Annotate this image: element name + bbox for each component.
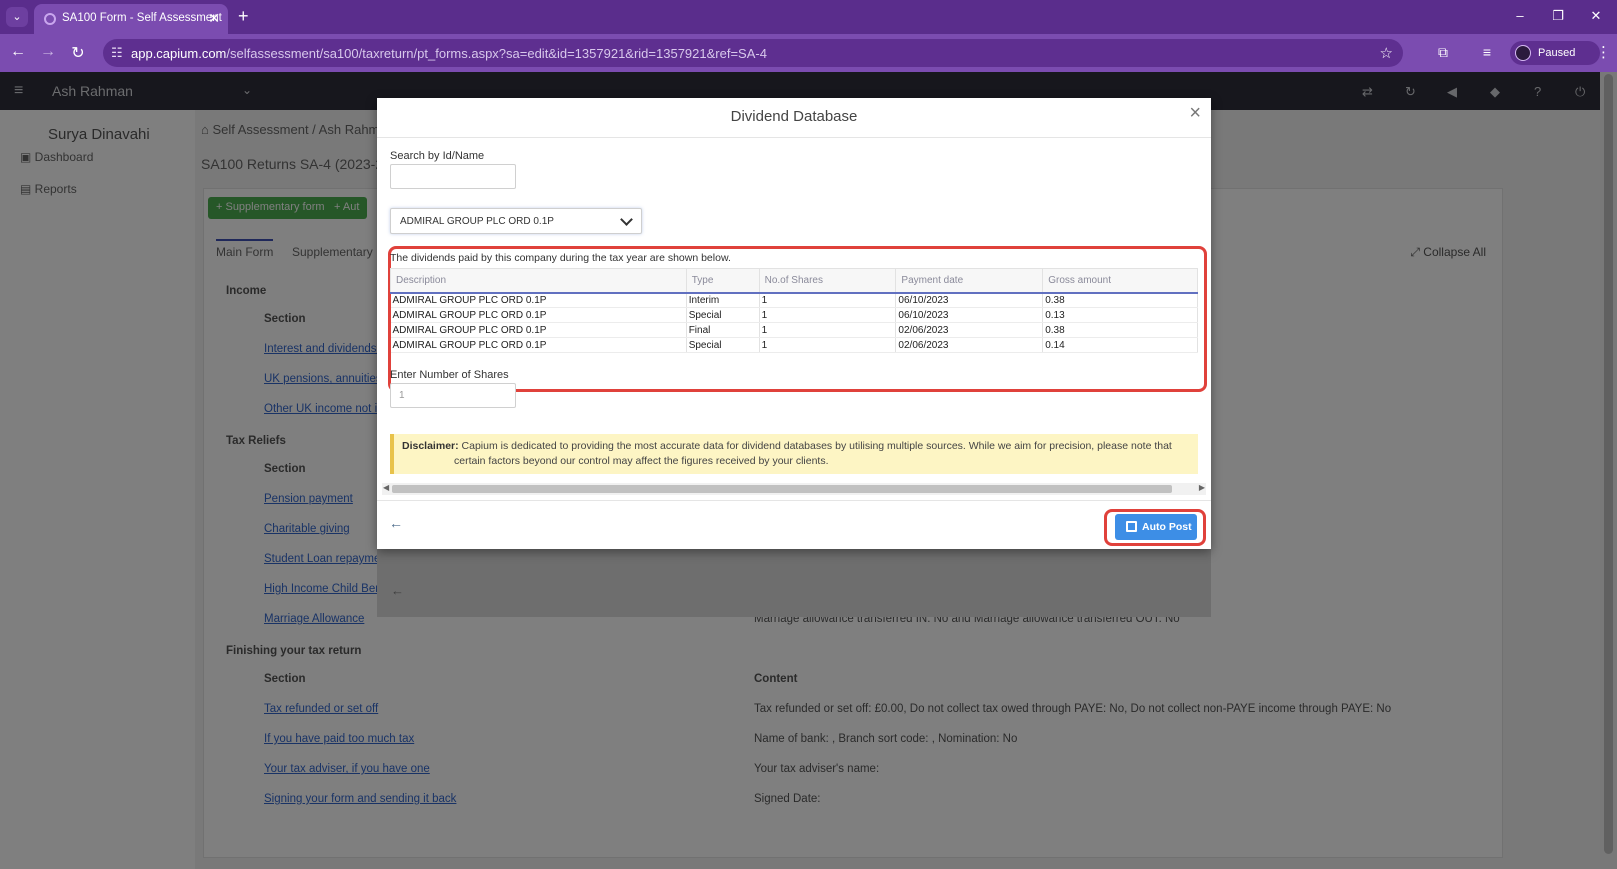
disclaimer-text: Capium is dedicated to providing the mos… <box>454 440 1172 467</box>
scroll-right-icon[interactable]: ▶ <box>1199 483 1205 492</box>
column-shares[interactable]: No.of Shares <box>758 268 897 294</box>
browser-toolbar: ← → ↻ ☷ app.capium.com/selfassessment/sa… <box>0 34 1617 72</box>
cell-payment-date: 06/10/2023 <box>895 307 1044 323</box>
address-bar[interactable]: ☷ app.capium.com/selfassessment/sa100/ta… <box>103 39 1403 67</box>
new-tab-icon[interactable]: + <box>238 6 249 27</box>
cell-type: Special <box>686 307 760 323</box>
close-tab-icon[interactable]: ✕ <box>208 10 220 27</box>
site-info-icon[interactable]: ☷ <box>111 45 123 61</box>
extensions-icon[interactable]: ⧉ <box>1434 44 1452 61</box>
forward-icon[interactable]: → <box>38 43 58 61</box>
dialog-footer: ← Auto Post <box>377 500 1211 549</box>
auto-post-label: Auto Post <box>1142 521 1192 533</box>
arrow-left-icon[interactable]: ← <box>391 583 404 598</box>
profile-button[interactable]: Paused <box>1510 41 1600 65</box>
shares-label: Enter Number of Shares <box>390 369 509 381</box>
cell-gross-amount: 0.14 <box>1042 337 1198 353</box>
bookmark-star-icon[interactable]: ☆ <box>1380 44 1393 62</box>
avatar <box>1515 45 1531 61</box>
scrollbar-thumb[interactable] <box>392 485 1172 493</box>
cell-shares: 1 <box>759 307 897 323</box>
table-row[interactable]: ADMIRAL GROUP PLC ORD 0.1P Interim 1 06/… <box>390 292 1198 308</box>
table-row[interactable]: ADMIRAL GROUP PLC ORD 0.1P Final 1 02/06… <box>390 322 1198 338</box>
cell-gross-amount: 0.38 <box>1042 292 1198 308</box>
dividends-table: Description Type No.of Shares Payment da… <box>390 268 1198 353</box>
auto-post-button[interactable]: Auto Post <box>1115 514 1197 540</box>
cell-description: ADMIRAL GROUP PLC ORD 0.1P <box>390 322 687 338</box>
cell-description: ADMIRAL GROUP PLC ORD 0.1P <box>390 337 687 353</box>
cell-shares: 1 <box>759 292 897 308</box>
chevron-down-icon <box>620 213 633 226</box>
disclaimer-banner: Disclaimer: Capium is dedicated to provi… <box>390 434 1198 474</box>
minimize-window-icon[interactable]: – <box>1510 8 1530 23</box>
cell-payment-date: 02/06/2023 <box>895 322 1044 338</box>
cell-type: Special <box>686 337 760 353</box>
dividends-intro: The dividends paid by this company durin… <box>390 252 731 264</box>
tab-search-button[interactable]: ⌄ <box>6 7 28 27</box>
column-type[interactable]: Type <box>685 268 760 294</box>
media-control-icon[interactable]: ≡ <box>1478 44 1496 60</box>
browser-tabstrip: ⌄ SA100 Form - Self Assessment ✕ + – ❐ ✕ <box>0 0 1617 34</box>
back-icon[interactable]: ← <box>8 43 28 61</box>
dialog-header: Dividend Database × <box>377 98 1211 138</box>
column-description[interactable]: Description <box>390 268 687 294</box>
cell-shares: 1 <box>759 322 897 338</box>
dividend-database-dialog: Dividend Database × Search by Id/Name AD… <box>377 98 1211 549</box>
reload-icon[interactable]: ↻ <box>68 43 88 63</box>
profile-status: Paused <box>1538 47 1576 59</box>
cell-payment-date: 02/06/2023 <box>895 337 1044 353</box>
disclaimer-title: Disclaimer: <box>402 440 459 452</box>
capium-favicon-icon <box>44 13 56 25</box>
tab-title: SA100 Form - Self Assessment <box>62 12 222 24</box>
cell-type: Final <box>686 322 760 338</box>
cell-description: ADMIRAL GROUP PLC ORD 0.1P <box>390 292 687 308</box>
restore-window-icon[interactable]: ❐ <box>1548 8 1568 24</box>
search-label: Search by Id/Name <box>390 150 485 162</box>
horizontal-scrollbar[interactable]: ◀ ▶ <box>382 483 1206 495</box>
browser-tab-active[interactable]: SA100 Form - Self Assessment ✕ <box>34 4 228 34</box>
scroll-left-icon[interactable]: ◀ <box>383 483 389 492</box>
number-of-shares-input[interactable]: 1 <box>390 383 516 408</box>
dialog-title: Dividend Database <box>730 108 858 125</box>
arrow-left-icon[interactable]: ← <box>389 515 403 531</box>
company-select[interactable]: ADMIRAL GROUP PLC ORD 0.1P <box>390 208 642 234</box>
close-window-icon[interactable]: ✕ <box>1586 8 1606 24</box>
url-text[interactable]: app.capium.com/selfassessment/sa100/taxr… <box>131 46 767 61</box>
column-payment-date[interactable]: Payment date <box>895 268 1044 294</box>
cell-gross-amount: 0.38 <box>1042 322 1198 338</box>
browser-menu-icon[interactable]: ⋮ <box>1596 43 1611 61</box>
column-gross-amount[interactable]: Gross amount <box>1042 268 1198 294</box>
cell-type: Interim <box>686 292 760 308</box>
cell-payment-date: 06/10/2023 <box>895 292 1044 308</box>
table-row[interactable]: ADMIRAL GROUP PLC ORD 0.1P Special 1 06/… <box>390 307 1198 323</box>
table-row[interactable]: ADMIRAL GROUP PLC ORD 0.1P Special 1 02/… <box>390 337 1198 353</box>
cell-shares: 1 <box>759 337 897 353</box>
save-icon <box>1126 521 1137 532</box>
cell-gross-amount: 0.13 <box>1042 307 1198 323</box>
cell-description: ADMIRAL GROUP PLC ORD 0.1P <box>390 307 687 323</box>
company-select-value: ADMIRAL GROUP PLC ORD 0.1P <box>400 216 554 227</box>
close-icon[interactable]: × <box>1189 102 1201 125</box>
search-input[interactable] <box>390 164 516 189</box>
